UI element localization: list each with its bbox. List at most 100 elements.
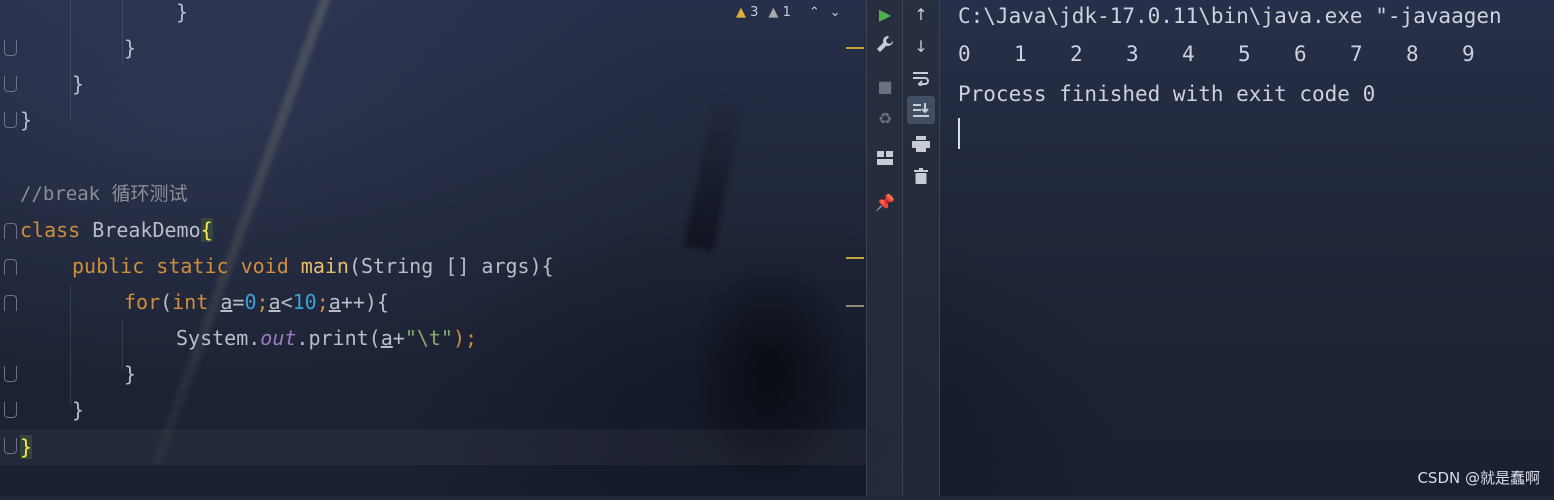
indent-guide bbox=[70, 0, 71, 120]
console-finish-message: Process finished with exit code 0 bbox=[958, 82, 1376, 106]
next-highlight-icon[interactable]: ⌄ bbox=[830, 5, 841, 20]
output-number: 3 bbox=[1126, 42, 1139, 66]
code-text: .print( bbox=[296, 326, 381, 350]
console-toolbar: ↑ ↓ bbox=[902, 0, 940, 496]
code-line[interactable]: } bbox=[20, 429, 33, 465]
inspection-widget[interactable]: ▲ 3 ▲ 1 ⌃ ⌄ bbox=[736, 0, 841, 24]
fold-marker[interactable] bbox=[4, 112, 17, 128]
code-text: } bbox=[176, 0, 189, 24]
method-name: main bbox=[300, 254, 349, 278]
code-line[interactable]: } bbox=[124, 30, 136, 66]
code-text: ; bbox=[256, 290, 269, 314]
output-number: 1 bbox=[1014, 42, 1027, 66]
code-text: + bbox=[392, 326, 405, 350]
output-number: 8 bbox=[1406, 42, 1419, 66]
code-line[interactable]: } bbox=[72, 66, 84, 102]
code-text: } bbox=[72, 72, 85, 96]
field: out bbox=[260, 326, 297, 350]
code-text: ++){ bbox=[340, 290, 389, 314]
keyword: for bbox=[124, 290, 161, 314]
fold-marker[interactable] bbox=[4, 259, 17, 275]
stop-icon[interactable]: ■ bbox=[871, 72, 899, 100]
code-text: (String [] args){ bbox=[348, 254, 554, 278]
scroll-to-end-icon[interactable] bbox=[907, 96, 935, 124]
code-comment[interactable]: //break 循环测试 bbox=[20, 176, 188, 212]
run-toolbar: ▶ ■ ♻ 📌 bbox=[866, 0, 903, 496]
code-text: ( bbox=[160, 290, 173, 314]
fold-marker[interactable] bbox=[4, 223, 17, 239]
code-line[interactable]: } bbox=[72, 392, 84, 428]
arrow-up-icon[interactable]: ↑ bbox=[907, 0, 935, 28]
output-number: 9 bbox=[1462, 42, 1475, 66]
rerun-failed-icon[interactable]: ♻ bbox=[871, 104, 899, 132]
warning-icon: ▲ bbox=[736, 4, 746, 20]
warning-count[interactable]: ▲ 3 bbox=[736, 5, 758, 20]
indent-guide bbox=[122, 0, 123, 66]
layout-icon[interactable] bbox=[871, 144, 899, 172]
trash-icon[interactable] bbox=[907, 162, 935, 190]
console-output-numbers: 0 1 2 3 4 5 6 7 8 9 bbox=[958, 34, 1518, 74]
warning-count-value: 3 bbox=[750, 4, 759, 20]
console-caret bbox=[958, 118, 960, 149]
matched-brace: { bbox=[200, 218, 213, 242]
code-line-for[interactable]: for(int a=0;a<10;a++){ bbox=[124, 284, 389, 320]
code-text: } bbox=[124, 36, 137, 60]
current-line-highlight bbox=[0, 429, 866, 465]
class-name: BreakDemo bbox=[80, 218, 201, 242]
scrollbar-warning-marker[interactable] bbox=[846, 305, 864, 307]
matched-brace: } bbox=[20, 435, 33, 459]
fold-marker[interactable] bbox=[4, 366, 17, 382]
watermark: CSDN @就是蠢啊 bbox=[1417, 469, 1540, 487]
output-number: 0 bbox=[958, 42, 971, 66]
code-text: } bbox=[72, 398, 85, 422]
keyword: class bbox=[20, 218, 81, 242]
code-text: < bbox=[280, 290, 293, 314]
run-console[interactable]: C:\Java\jdk-17.0.11\bin\java.exe "-javaa… bbox=[938, 0, 1554, 496]
fold-marker[interactable] bbox=[4, 295, 17, 311]
number: 10 bbox=[292, 290, 317, 314]
fold-marker[interactable] bbox=[4, 402, 17, 418]
code-text: ); bbox=[452, 326, 478, 350]
console-command-line: C:\Java\jdk-17.0.11\bin\java.exe "-javaa… bbox=[958, 4, 1502, 28]
print-icon[interactable] bbox=[907, 130, 935, 158]
output-number: 4 bbox=[1182, 42, 1195, 66]
code-line[interactable]: } bbox=[20, 102, 32, 138]
code-line-class[interactable]: class BreakDemo{ bbox=[20, 212, 213, 248]
scrollbar-warning-marker[interactable] bbox=[846, 47, 864, 49]
output-number: 2 bbox=[1070, 42, 1083, 66]
code-line[interactable]: } bbox=[124, 356, 136, 392]
variable: a bbox=[220, 290, 233, 314]
scrollbar-warning-marker[interactable] bbox=[846, 257, 864, 259]
keyword: int bbox=[172, 290, 221, 314]
wrench-icon[interactable] bbox=[871, 30, 899, 58]
output-number: 5 bbox=[1238, 42, 1251, 66]
code-line-print[interactable]: System.out.print(a+"\t"); bbox=[176, 320, 477, 356]
code-text: } bbox=[20, 108, 33, 132]
code-text: System. bbox=[176, 326, 261, 350]
number: 0 bbox=[244, 290, 257, 314]
soft-wrap-icon[interactable] bbox=[907, 64, 935, 92]
code-text: ; bbox=[316, 290, 329, 314]
indent-guide bbox=[122, 320, 123, 370]
pin-icon[interactable]: 📌 bbox=[871, 188, 899, 216]
code-editor[interactable]: } } } } //break 循环测试 class BreakDemo{ pu… bbox=[0, 0, 866, 496]
weak-warning-icon: ▲ bbox=[768, 4, 779, 20]
code-line[interactable]: } bbox=[176, 0, 188, 30]
variable: a bbox=[268, 290, 281, 314]
code-line-main[interactable]: public static void main(String [] args){ bbox=[72, 248, 554, 284]
code-text: = bbox=[232, 290, 245, 314]
arrow-down-icon[interactable]: ↓ bbox=[907, 32, 935, 60]
comment-text: //break 循环测试 bbox=[20, 183, 188, 205]
prev-highlight-icon[interactable]: ⌃ bbox=[809, 5, 820, 20]
code-text: } bbox=[124, 362, 137, 386]
play-icon[interactable]: ▶ bbox=[871, 0, 899, 28]
fold-marker[interactable] bbox=[4, 76, 17, 92]
variable: a bbox=[380, 326, 393, 350]
output-number: 6 bbox=[1294, 42, 1307, 66]
output-number: 7 bbox=[1350, 42, 1363, 66]
fold-marker[interactable] bbox=[4, 438, 17, 454]
string: "\t" bbox=[404, 326, 453, 350]
fold-marker[interactable] bbox=[4, 40, 17, 56]
keyword: public static void bbox=[72, 254, 301, 278]
weak-warning-count[interactable]: ▲ 1 bbox=[768, 5, 790, 20]
